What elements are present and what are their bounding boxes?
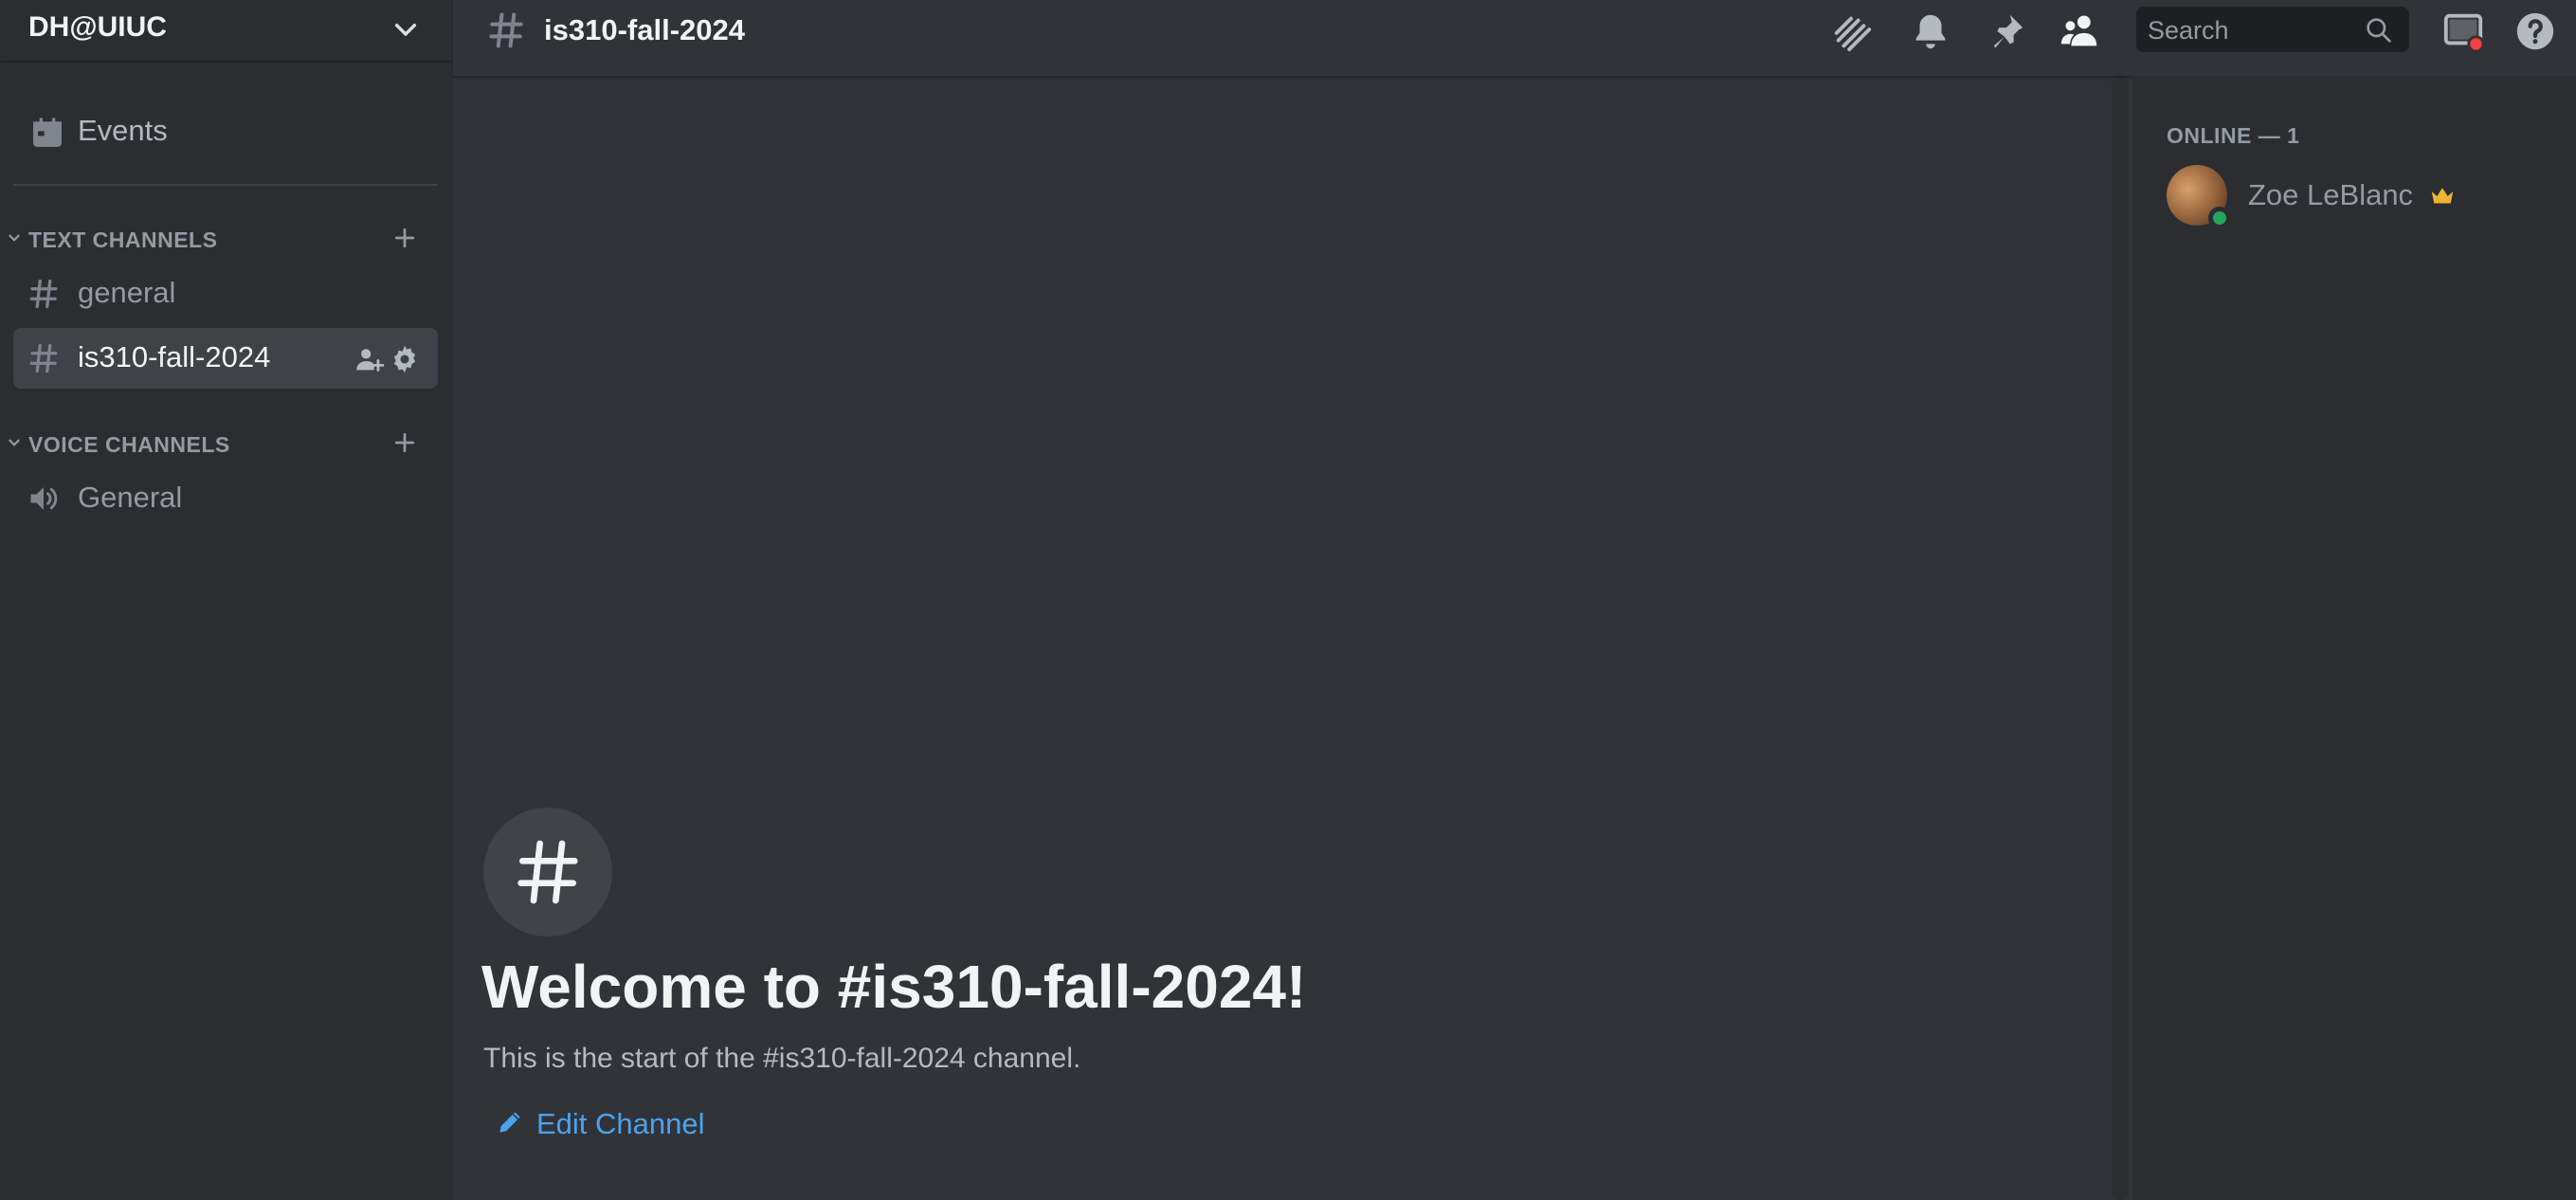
- member-list: ONLINE — 1 Zoe LeBlanc: [2132, 76, 2576, 1200]
- hash-icon: [29, 343, 58, 373]
- channel-label: General: [78, 481, 183, 514]
- chevron-down-icon: [9, 439, 20, 446]
- channel-title: is310-fall-2024: [544, 13, 745, 46]
- inbox-icon[interactable]: [2441, 9, 2485, 53]
- category-voice-channels[interactable]: VOICE CHANNELS: [0, 425, 453, 463]
- members-icon[interactable]: [2059, 9, 2102, 53]
- channel-hash-badge: [483, 808, 612, 936]
- edit-channel-link[interactable]: Edit Channel: [493, 1103, 739, 1145]
- events-item[interactable]: Events: [13, 106, 438, 159]
- bell-icon[interactable]: [1909, 9, 1952, 53]
- add-channel-icon[interactable]: [390, 428, 419, 457]
- add-channel-icon[interactable]: [390, 224, 419, 252]
- calendar-icon: [33, 118, 62, 147]
- pencil-icon: [499, 1112, 520, 1133]
- online-status-icon: [2208, 207, 2231, 229]
- category-label: TEXT CHANNELS: [28, 227, 218, 252]
- channel-item-voice-general[interactable]: General: [13, 468, 438, 529]
- divider: [13, 184, 438, 186]
- scrollbar[interactable]: [2112, 76, 2129, 1200]
- channel-item-is310-fall-2024[interactable]: is310-fall-2024: [13, 328, 438, 389]
- pin-icon[interactable]: [1985, 9, 2028, 53]
- online-header: ONLINE — 1: [2167, 123, 2300, 148]
- speaker-icon: [30, 487, 58, 510]
- search-icon: [2367, 18, 2391, 43]
- category-label: VOICE CHANNELS: [28, 432, 230, 457]
- category-text-channels[interactable]: TEXT CHANNELS: [0, 220, 453, 258]
- chevron-down-icon: [9, 234, 20, 242]
- server-name: DH@UIUC: [28, 11, 167, 43]
- crown-icon: [2431, 188, 2454, 204]
- welcome-subtitle: This is the start of the #is310-fall-202…: [483, 1043, 1081, 1074]
- threads-icon[interactable]: [1831, 9, 1875, 53]
- message-area: [453, 76, 2113, 1200]
- channel-label: general: [78, 276, 176, 309]
- member-item[interactable]: Zoe LeBlanc: [2161, 159, 2559, 231]
- member-name: Zoe LeBlanc: [2248, 178, 2414, 211]
- server-header[interactable]: DH@UIUC: [0, 0, 453, 61]
- channel-header: is310-fall-2024 Search: [453, 0, 2576, 76]
- gear-icon[interactable]: [389, 343, 421, 375]
- welcome-title: Welcome to #is310-fall-2024!: [481, 953, 1307, 1021]
- channel-label: is310-fall-2024: [78, 340, 271, 373]
- hash-icon: [29, 279, 58, 309]
- channel-sidebar: DH@UIUC Events TEXT CHANNELS general is3…: [0, 0, 453, 1200]
- help-icon[interactable]: [2513, 9, 2557, 53]
- events-label: Events: [78, 114, 168, 147]
- hash-icon: [517, 840, 578, 904]
- invite-icon[interactable]: [353, 343, 385, 375]
- edit-channel-label: Edit Channel: [536, 1107, 705, 1140]
- hash-icon: [489, 12, 523, 48]
- channel-item-general[interactable]: general: [13, 264, 438, 324]
- search-input[interactable]: Search: [2136, 7, 2409, 52]
- chevron-down-icon[interactable]: [390, 15, 421, 45]
- search-placeholder: Search: [2148, 16, 2229, 45]
